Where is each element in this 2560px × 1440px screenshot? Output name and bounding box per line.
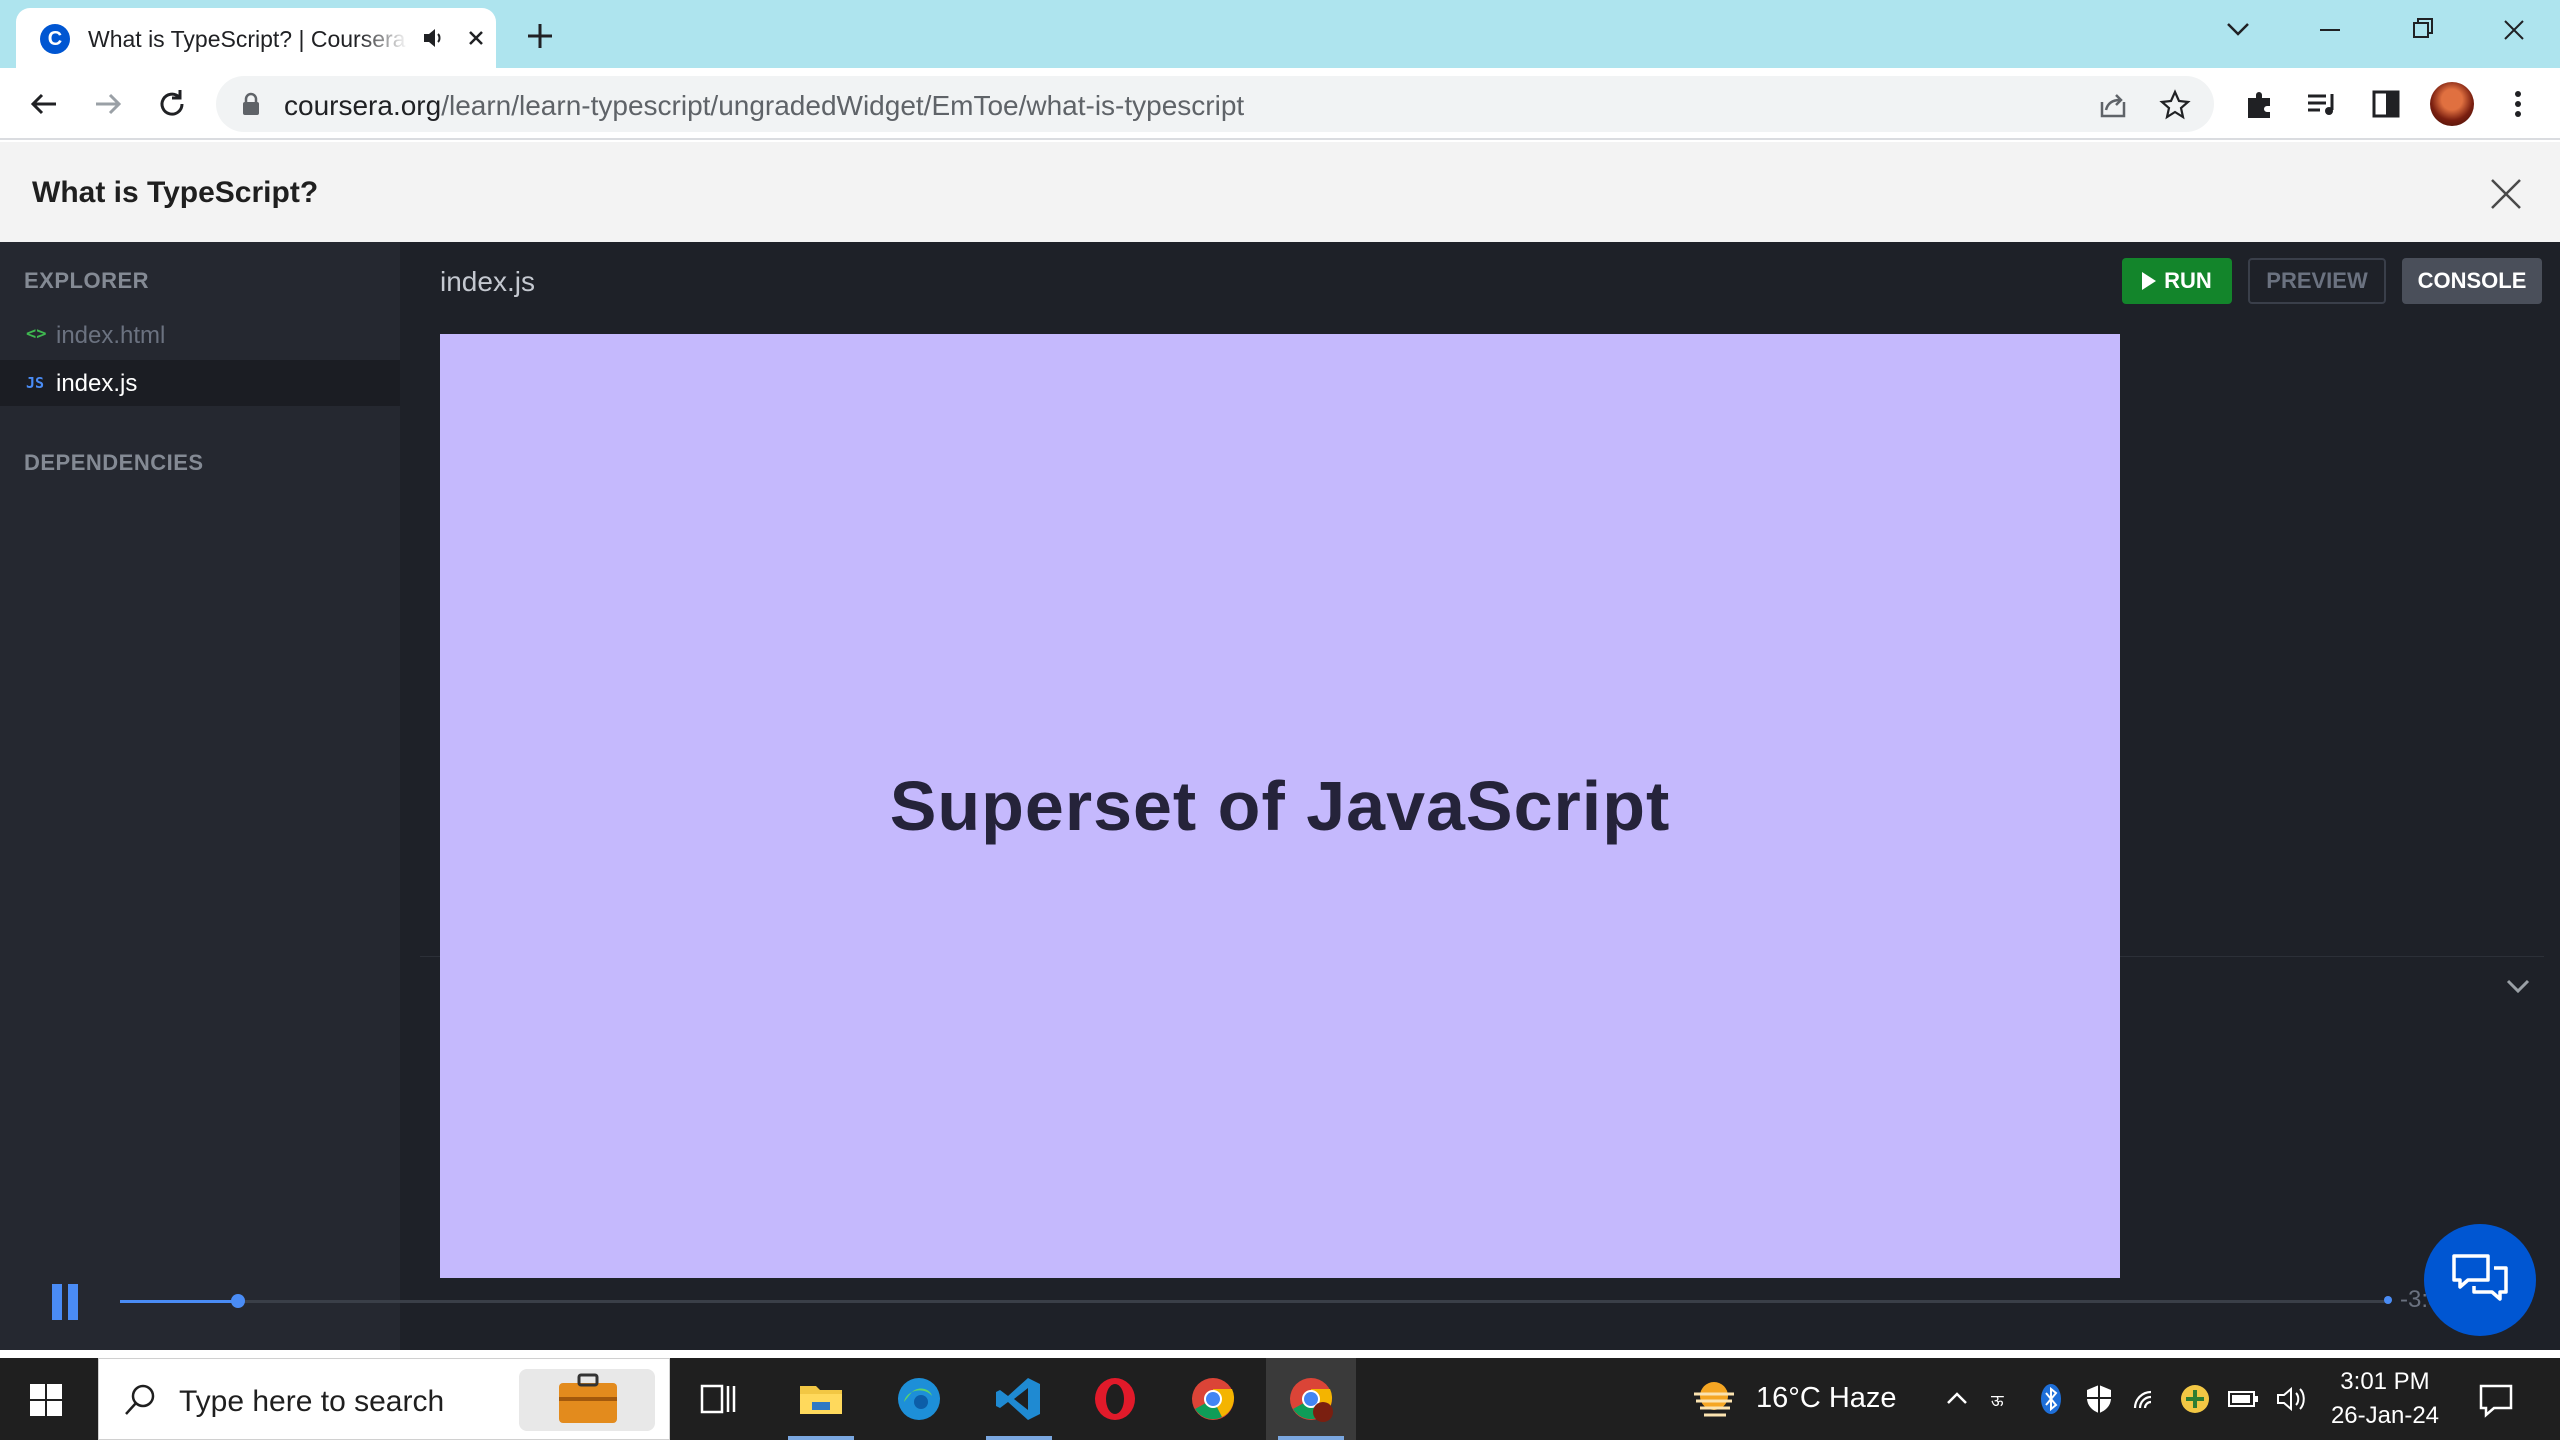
tab-title: What is TypeScript? | Coursera [88,26,408,53]
tab-search-chevron-icon[interactable] [2208,10,2268,50]
browser-tab-strip: C What is TypeScript? | Coursera [0,0,2560,68]
address-bar[interactable]: coursera.org/learn/learn-typescript/ungr… [216,76,2214,132]
running-indicator [986,1436,1052,1440]
input-method-icon[interactable]: ऊ [1988,1382,2022,1416]
weather-text[interactable]: 16°C Haze [1756,1382,1897,1415]
file-explorer: EXPLORER <> index.html JS index.js DEPEN… [0,242,400,1350]
app-tray-icon[interactable] [2178,1382,2212,1416]
notification-center-icon[interactable] [2476,1380,2516,1420]
restore-icon[interactable] [2392,10,2452,50]
audio-playing-icon[interactable] [420,24,448,52]
back-arrow-icon[interactable] [24,84,64,124]
js-file-icon: JS [26,374,45,392]
file-item-index-html[interactable]: <> index.html [0,312,400,358]
progress-fill [120,1300,238,1303]
minimize-icon[interactable] [2300,10,2360,50]
forward-arrow-icon[interactable] [88,84,128,124]
battery-icon[interactable] [2226,1382,2260,1416]
progress-scrubber[interactable] [230,1294,245,1308]
clock-date[interactable]: 26-Jan-24 [2320,1402,2450,1430]
window-close-icon[interactable] [2484,10,2544,50]
preview-button[interactable]: PREVIEW [2248,258,2386,304]
haze-weather-icon[interactable] [1690,1378,1738,1420]
play-icon [2142,272,2157,290]
file-explorer-icon[interactable] [776,1358,866,1440]
page-title: What is TypeScript? [32,176,319,209]
search-icon [125,1384,155,1415]
svg-text:ऊ: ऊ [1991,1391,2004,1410]
windows-taskbar: Type here to search 16°C Haze ऊ 3:01 PM … [0,1358,2560,1440]
windows-start-icon[interactable] [26,1380,66,1420]
task-view-icon[interactable] [674,1358,764,1440]
opera-browser-icon[interactable] [1070,1358,1160,1440]
side-panel-icon[interactable] [2366,84,2406,124]
extensions-puzzle-icon[interactable] [2240,84,2280,124]
file-name: index.html [56,322,166,349]
wifi-icon[interactable] [2130,1382,2164,1416]
pause-icon[interactable] [52,1284,80,1320]
slide-heading: Superset of JavaScript [889,767,1671,845]
vscode-icon[interactable] [974,1358,1064,1440]
volume-icon[interactable] [2274,1382,2308,1416]
chrome-browser-icon[interactable] [1168,1358,1258,1440]
lesson-header: What is TypeScript? [0,142,2560,242]
url-host: coursera.org [284,90,442,121]
lock-icon[interactable] [240,92,262,116]
running-indicator [788,1436,854,1440]
taskbar-search-box[interactable]: Type here to search [98,1358,670,1440]
url-path: /learn/learn-typescript/ungradedWidget/E… [441,90,1245,121]
tab-close-icon[interactable] [462,24,490,52]
chat-assistant-button[interactable] [2424,1224,2536,1336]
close-lesson-icon[interactable] [2486,174,2526,214]
security-shield-icon[interactable] [2082,1382,2116,1416]
run-button[interactable]: RUN [2122,258,2232,304]
coursera-favicon-icon: C [40,24,70,54]
page-bottom-edge [0,1350,2560,1358]
chat-bubbles-icon [2452,1254,2508,1301]
search-placeholder: Type here to search [179,1385,445,1418]
explorer-heading: EXPLORER [24,268,150,293]
chevron-up-icon[interactable] [1940,1382,1974,1416]
chrome-profile-window-icon[interactable] [1266,1358,1356,1440]
running-indicator [1278,1436,1344,1440]
search-highlight-image[interactable] [519,1369,655,1431]
chevron-down-icon[interactable] [2502,970,2534,1002]
dependencies-heading[interactable]: DEPENDENCIES [24,450,204,476]
html-file-icon: <> [26,324,47,344]
file-name: index.js [56,370,138,397]
active-file-tab[interactable]: index.js [440,266,535,298]
edge-browser-icon[interactable] [874,1358,964,1440]
progress-end-marker [2384,1296,2392,1304]
url-text[interactable]: coursera.org/learn/learn-typescript/ungr… [284,90,1244,122]
new-tab-plus-icon[interactable] [520,16,560,56]
share-icon[interactable] [2096,88,2130,122]
bookmark-star-icon[interactable] [2158,88,2192,122]
code-workspace: EXPLORER <> index.html JS index.js DEPEN… [0,242,2560,1350]
video-progress-bar[interactable] [120,1294,2388,1308]
clock-time[interactable]: 3:01 PM [2340,1368,2430,1396]
file-item-index-js[interactable]: JS index.js [0,360,400,406]
console-button[interactable]: CONSOLE [2402,258,2542,304]
chrome-menu-icon[interactable] [2498,84,2538,124]
bluetooth-icon[interactable] [2034,1382,2068,1416]
video-frame[interactable]: Superset of JavaScript [440,334,2120,1278]
reload-icon[interactable] [152,84,192,124]
browser-tab[interactable]: C What is TypeScript? | Coursera [16,8,496,68]
browser-toolbar: coursera.org/learn/learn-typescript/ungr… [0,68,2560,140]
profile-avatar[interactable] [2430,82,2474,126]
run-label: RUN [2164,268,2212,293]
media-queue-icon[interactable] [2302,84,2342,124]
